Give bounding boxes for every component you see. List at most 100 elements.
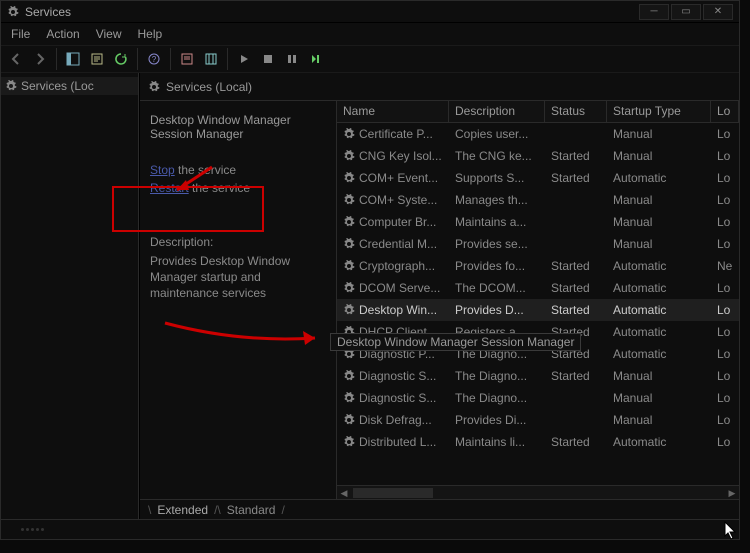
cell-desc: Maintains a... (455, 215, 526, 229)
gear-icon (343, 216, 355, 228)
cell-desc: Provides fo... (455, 259, 525, 273)
table-row[interactable]: CNG Key Isol...The CNG ke...StartedManua… (337, 145, 739, 167)
show-hide-tree-button[interactable] (62, 48, 84, 70)
pause-service-button[interactable] (281, 48, 303, 70)
back-button[interactable] (5, 48, 27, 70)
stop-service-text: the service (175, 163, 236, 177)
cell-name: COM+ Event... (359, 171, 438, 185)
cell-name: DCOM Serve... (359, 281, 440, 295)
cell-desc: The CNG ke... (455, 149, 532, 163)
table-row[interactable]: Diagnostic S...The Diagno...ManualLo (337, 387, 739, 409)
cell-desc: The DCOM... (455, 281, 526, 295)
tree-pane[interactable]: Services (Loc (1, 73, 139, 519)
properties-button[interactable] (176, 48, 198, 70)
cell-logon: Lo (717, 347, 730, 361)
forward-button[interactable] (29, 48, 51, 70)
cell-startup: Automatic (613, 347, 666, 361)
cell-desc: Maintains li... (455, 435, 525, 449)
window-title: Services (25, 5, 71, 19)
gear-icon (343, 414, 355, 426)
table-row[interactable]: Desktop Win...Provides D...StartedAutoma… (337, 299, 739, 321)
scroll-left-button[interactable]: ◀ (337, 486, 351, 499)
tree-root-label: Services (Loc (21, 79, 94, 93)
cell-name: Diagnostic S... (359, 369, 436, 383)
cell-logon: Lo (717, 413, 730, 427)
gear-icon (343, 172, 355, 184)
cell-startup: Automatic (613, 171, 666, 185)
gear-icon (343, 436, 355, 448)
bottom-tabs: \ Extended /\ Standard / (140, 499, 739, 519)
details-pane: Desktop Window Manager Session Manager S… (140, 101, 336, 499)
cell-logon: Ne (717, 259, 732, 273)
help-button[interactable]: ? (143, 48, 165, 70)
table-row[interactable]: COM+ Event...Supports S...StartedAutomat… (337, 167, 739, 189)
selected-service-name: Desktop Window Manager Session Manager (150, 113, 326, 141)
minimize-button[interactable]: ─ (639, 4, 669, 20)
services-window: Services ─ ▭ ✕ File Action View Help ? (0, 0, 740, 540)
cell-logon: Lo (717, 369, 730, 383)
restart-service-button[interactable] (305, 48, 327, 70)
cell-name: CNG Key Isol... (359, 149, 442, 163)
horizontal-scrollbar[interactable]: ◀ ▶ (337, 485, 739, 499)
table-row[interactable]: Certificate P...Copies user...ManualLo (337, 123, 739, 145)
cell-name: Cryptograph... (359, 259, 435, 273)
cell-name: Diagnostic S... (359, 391, 436, 405)
tab-extended[interactable]: Extended (151, 503, 214, 517)
start-service-button[interactable] (233, 48, 255, 70)
cell-startup: Automatic (613, 303, 666, 317)
columns-button[interactable] (200, 48, 222, 70)
cell-name: Certificate P... (359, 127, 433, 141)
stop-service-button[interactable] (257, 48, 279, 70)
scroll-thumb[interactable] (353, 488, 433, 498)
table-row[interactable]: COM+ Syste...Manages th...ManualLo (337, 189, 739, 211)
menu-view[interactable]: View (96, 27, 122, 41)
table-row[interactable]: Credential M...Provides se...ManualLo (337, 233, 739, 255)
table-row[interactable]: Cryptograph...Provides fo...StartedAutom… (337, 255, 739, 277)
cell-startup: Automatic (613, 435, 666, 449)
cell-logon: Lo (717, 215, 730, 229)
status-bar (1, 519, 739, 539)
restart-service-link[interactable]: Restart (150, 181, 189, 195)
gear-icon (343, 128, 355, 140)
cell-logon: Lo (717, 325, 730, 339)
menubar: File Action View Help (1, 23, 739, 45)
column-headers: Name Description Status Startup Type Lo (337, 101, 739, 123)
scroll-right-button[interactable]: ▶ (725, 486, 739, 499)
cell-desc: The Diagno... (455, 391, 527, 405)
cell-status: Started (551, 303, 590, 317)
export-button[interactable] (86, 48, 108, 70)
stop-service-link[interactable]: Stop (150, 163, 175, 177)
service-rows[interactable]: Certificate P...Copies user...ManualLo CN… (337, 123, 739, 485)
cursor-icon (724, 521, 738, 541)
tab-standard[interactable]: Standard (221, 503, 282, 517)
col-header-startup[interactable]: Startup Type (607, 101, 711, 122)
col-header-name[interactable]: Name (337, 101, 449, 122)
menu-help[interactable]: Help (138, 27, 163, 41)
right-pane: Services (Local) Desktop Window Manager … (139, 73, 739, 519)
refresh-button[interactable] (110, 48, 132, 70)
cell-desc: Provides D... (455, 303, 524, 317)
cell-logon: Lo (717, 149, 730, 163)
menu-file[interactable]: File (11, 27, 30, 41)
gear-icon (343, 304, 355, 316)
cell-logon: Lo (717, 391, 730, 405)
col-header-logon[interactable]: Lo (711, 101, 739, 122)
gear-icon (343, 194, 355, 206)
cell-startup: Manual (613, 413, 652, 427)
table-row[interactable]: Disk Defrag...Provides Di...ManualLo (337, 409, 739, 431)
col-header-description[interactable]: Description (449, 101, 545, 122)
titlebar[interactable]: Services ─ ▭ ✕ (1, 1, 739, 23)
cell-startup: Manual (613, 369, 652, 383)
cell-status: Started (551, 281, 590, 295)
panel-header: Services (Local) (140, 73, 739, 101)
table-row[interactable]: Computer Br...Maintains a...ManualLo (337, 211, 739, 233)
close-button[interactable]: ✕ (703, 4, 733, 20)
description-body: Provides Desktop Window Manager startup … (150, 253, 326, 301)
tree-root-item[interactable]: Services (Loc (1, 77, 138, 95)
maximize-button[interactable]: ▭ (671, 4, 701, 20)
menu-action[interactable]: Action (46, 27, 79, 41)
table-row[interactable]: Distributed L...Maintains li...StartedAu… (337, 431, 739, 453)
table-row[interactable]: Diagnostic S...The Diagno...StartedManua… (337, 365, 739, 387)
table-row[interactable]: DCOM Serve...The DCOM...StartedAutomatic… (337, 277, 739, 299)
col-header-status[interactable]: Status (545, 101, 607, 122)
